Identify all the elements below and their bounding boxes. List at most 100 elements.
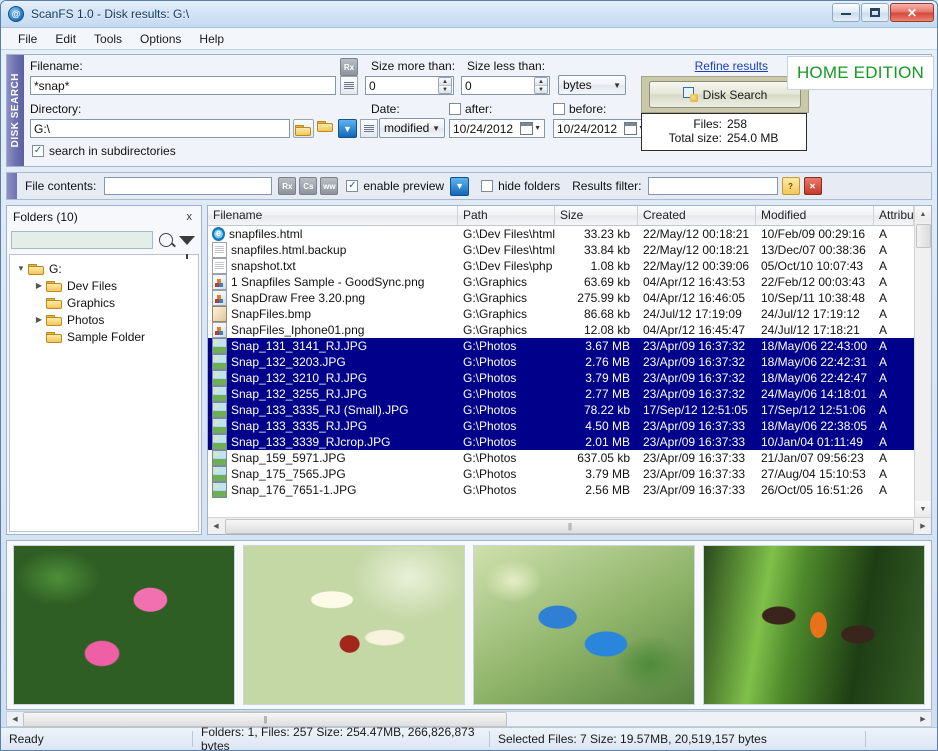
table-row[interactable]: Snap_133_3339_RJcrop.JPGG:\Photos2.01 MB…: [208, 434, 914, 450]
preview-scroll-left-icon[interactable]: ◀: [7, 712, 23, 727]
blue-morpho-butterfly-thumbnail[interactable]: [473, 545, 695, 705]
scroll-up-icon[interactable]: ▲: [915, 206, 931, 222]
menu-help[interactable]: Help: [190, 30, 233, 48]
hide-folders-group[interactable]: hide folders: [481, 179, 560, 193]
funnel-icon[interactable]: [179, 236, 195, 245]
browse-folder-button[interactable]: [293, 119, 314, 138]
table-row[interactable]: esnapfiles.htmlG:\Dev Files\html33.23 kb…: [208, 226, 914, 242]
menu-file[interactable]: File: [9, 30, 46, 48]
scroll-right-icon[interactable]: ▶: [915, 519, 931, 534]
tree-node-g[interactable]: ▼ G:: [10, 260, 198, 277]
table-row[interactable]: Snap_133_3335_RJ (Small).JPGG:\Photos78.…: [208, 402, 914, 418]
preview-options-button[interactable]: ▼: [450, 177, 469, 196]
table-row[interactable]: Snap_132_3255_RJ.JPGG:\Photos2.77 MB23/A…: [208, 386, 914, 402]
filename-input[interactable]: *snap*: [30, 76, 336, 95]
after-checkbox[interactable]: [449, 103, 461, 115]
cell-filename: snapshot.txt: [208, 258, 458, 274]
close-button[interactable]: ✕: [890, 3, 934, 22]
tree-node-graphics[interactable]: Graphics: [10, 294, 198, 311]
vertical-scroll-thumb[interactable]: [916, 224, 931, 248]
minimize-button[interactable]: [832, 3, 860, 22]
menu-edit[interactable]: Edit: [46, 30, 85, 48]
menu-tools[interactable]: Tools: [85, 30, 131, 48]
table-row[interactable]: Snap_132_3203.JPGG:\Photos2.76 MB23/Apr/…: [208, 354, 914, 370]
cell-created: 22/May/12 00:18:21: [638, 227, 756, 241]
cell-modified: 10/Sep/11 10:38:48: [756, 291, 874, 305]
calendar-dropdown[interactable]: ▼: [520, 122, 541, 135]
column-header-modified[interactable]: Modified: [756, 206, 874, 225]
size-unit-select[interactable]: bytes ▼: [558, 75, 626, 95]
folders-search-input[interactable]: [11, 231, 153, 249]
before-checkbox-group[interactable]: before:: [553, 102, 606, 116]
tree-expander-icon[interactable]: ▶: [32, 315, 46, 324]
paper-kite-butterfly-thumbnail[interactable]: [243, 545, 465, 705]
size-less-stepper[interactable]: ▲▼: [534, 77, 548, 94]
contents-whole-word-button[interactable]: ww: [320, 177, 338, 195]
tree-node-photos[interactable]: ▶ Photos: [10, 311, 198, 328]
table-row[interactable]: Snap_132_3210_RJ.JPGG:\Photos3.79 MB23/A…: [208, 370, 914, 386]
column-header-filename[interactable]: Filename: [208, 206, 458, 225]
column-header-attributes[interactable]: Attribu: [874, 206, 914, 225]
jpg-file-icon: [212, 466, 227, 482]
scroll-left-icon[interactable]: ◀: [208, 519, 224, 534]
file-list-vertical-scrollbar[interactable]: ▲ ▼: [914, 206, 931, 517]
results-filter-input[interactable]: [648, 177, 778, 195]
file-contents-input[interactable]: [104, 177, 272, 195]
cell-attributes: A: [874, 339, 914, 353]
disk-search-tab[interactable]: DISK SEARCH: [7, 55, 24, 166]
search-subdirectories-checkbox[interactable]: ✓: [32, 145, 44, 157]
disk-search-button[interactable]: Disk Search: [649, 81, 801, 108]
contents-regex-button[interactable]: Rx: [278, 177, 296, 195]
before-checkbox[interactable]: [553, 103, 565, 115]
table-row[interactable]: Snap_133_3335_RJ.JPGG:\Photos4.50 MB23/A…: [208, 418, 914, 434]
enable-preview-group[interactable]: ✓ enable preview: [346, 179, 444, 193]
table-row[interactable]: Snap_131_3141_RJ.JPGG:\Photos3.67 MB23/A…: [208, 338, 914, 354]
search-subdirectories-group[interactable]: ✓ search in subdirectories: [32, 144, 176, 158]
directory-history-icon[interactable]: [360, 119, 378, 138]
table-row[interactable]: SnapFiles_Iphone01.pngG:\Graphics12.08 k…: [208, 322, 914, 338]
magnifier-icon[interactable]: [159, 233, 173, 247]
table-row[interactable]: snapshot.txtG:\Dev Files\php1.08 kb22/Ma…: [208, 258, 914, 274]
table-row[interactable]: SnapDraw Free 3.20.pngG:\Graphics275.99 …: [208, 290, 914, 306]
column-header-path[interactable]: Path: [458, 206, 555, 225]
folders-panel-close-button[interactable]: x: [184, 211, 196, 223]
results-filter-help-button[interactable]: ?: [782, 177, 800, 195]
table-row[interactable]: Snap_175_7565.JPGG:\Photos3.79 MB23/Apr/…: [208, 466, 914, 482]
filename-history-icon[interactable]: [340, 76, 358, 95]
table-row[interactable]: 1 Snapfiles Sample - GoodSync.pngG:\Grap…: [208, 274, 914, 290]
open-folder-button[interactable]: [317, 120, 338, 132]
menu-options[interactable]: Options: [131, 30, 190, 48]
preview-scroll-right-icon[interactable]: ▶: [915, 712, 931, 727]
tree-expander-icon[interactable]: ▼: [14, 264, 28, 273]
enable-preview-checkbox[interactable]: ✓: [346, 180, 358, 192]
cell-created: 04/Apr/12 16:46:05: [638, 291, 756, 305]
date-type-select[interactable]: modified ▼: [379, 118, 445, 138]
table-row[interactable]: snapfiles.html.backupG:\Dev Files\html33…: [208, 242, 914, 258]
contents-case-sensitive-button[interactable]: Cs: [299, 177, 317, 195]
orange-tiger-butterfly-thumbnail[interactable]: [703, 545, 925, 705]
horizontal-scroll-thumb[interactable]: |||: [225, 519, 914, 534]
column-header-size[interactable]: Size: [555, 206, 638, 225]
file-list-horizontal-scrollbar[interactable]: ◀ ||| ▶: [208, 517, 931, 534]
size-more-stepper[interactable]: ▲▼: [438, 77, 452, 94]
folder-icon: [46, 314, 62, 326]
directory-dropdown-button[interactable]: ▼: [338, 119, 357, 138]
after-date-input[interactable]: 10/24/2012 ▼: [449, 119, 545, 138]
hide-folders-checkbox[interactable]: [481, 180, 493, 192]
scroll-down-icon[interactable]: ▼: [915, 501, 931, 517]
refine-results-link[interactable]: Refine results: [695, 59, 768, 73]
directory-input[interactable]: G:\: [30, 119, 290, 138]
tree-expander-icon[interactable]: ▶: [32, 281, 46, 290]
table-row[interactable]: Snap_176_7651-1.JPGG:\Photos2.56 MB23/Ap…: [208, 482, 914, 498]
results-filter-clear-button[interactable]: ✕: [804, 177, 822, 195]
tree-node-sample-folder[interactable]: Sample Folder: [10, 328, 198, 345]
after-checkbox-group[interactable]: after:: [449, 102, 492, 116]
tree-node-dev-files[interactable]: ▶ Dev Files: [10, 277, 198, 294]
column-header-created[interactable]: Created: [638, 206, 756, 225]
table-row[interactable]: Snap_159_5971.JPGG:\Photos637.05 kb23/Ap…: [208, 450, 914, 466]
pink-mimosa-flowers-thumbnail[interactable]: [13, 545, 235, 705]
maximize-button[interactable]: [861, 3, 889, 22]
table-row[interactable]: SnapFiles.bmpG:\Graphics86.68 kb24/Jul/1…: [208, 306, 914, 322]
before-date-input[interactable]: 10/24/2012 ▼: [553, 119, 649, 138]
filename-regex-button[interactable]: Rx: [340, 58, 358, 76]
